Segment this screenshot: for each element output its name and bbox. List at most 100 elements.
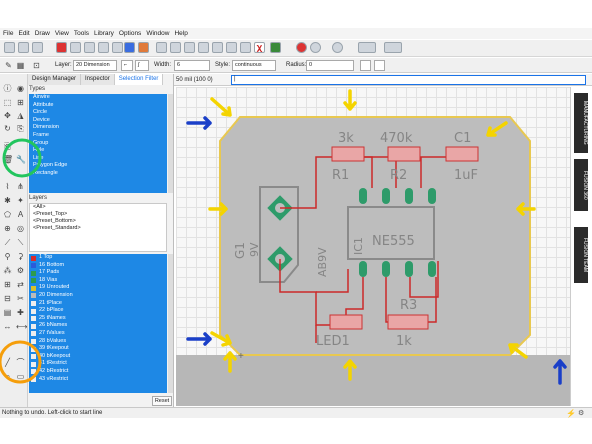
- stop-icon[interactable]: [296, 42, 307, 53]
- type-group[interactable]: Group: [29, 140, 167, 148]
- layer-item[interactable]: 16 Bottom: [29, 262, 167, 270]
- mirror-icon[interactable]: ◮: [16, 111, 25, 120]
- menu-tools[interactable]: Tools: [74, 30, 89, 37]
- menu-options[interactable]: Options: [119, 30, 141, 37]
- menu-help[interactable]: Help: [174, 30, 187, 37]
- brd-icon[interactable]: [138, 42, 149, 53]
- push-icon[interactable]: [384, 42, 402, 53]
- group-icon[interactable]: ⊞: [16, 98, 25, 107]
- ripup-icon[interactable]: ✂: [16, 294, 25, 303]
- type-line[interactable]: Line: [29, 155, 167, 163]
- layer-item[interactable]: 21 tPlace: [29, 300, 167, 308]
- dimension-icon[interactable]: ↔: [3, 322, 12, 331]
- type-attribute[interactable]: Attribute: [29, 102, 167, 110]
- info-icon[interactable]: ⓘ: [3, 84, 12, 93]
- via-icon[interactable]: ⊕: [3, 224, 12, 233]
- type-rectangle[interactable]: Rectangle: [29, 170, 167, 178]
- arc-cw-icon[interactable]: [360, 60, 371, 71]
- design-check-icon[interactable]: [358, 42, 376, 53]
- library-icon[interactable]: [70, 42, 81, 53]
- cam-icon[interactable]: [56, 42, 67, 53]
- layer-item[interactable]: 27 tValues: [29, 330, 167, 338]
- autoroute-icon[interactable]: ✦: [16, 196, 25, 205]
- delete-icon[interactable]: 🗑: [3, 155, 13, 164]
- grid-icon[interactable]: ▦: [16, 61, 25, 70]
- layer-item[interactable]: 20 Dimension: [29, 292, 167, 300]
- ratsnest-icon[interactable]: ✱: [3, 196, 12, 205]
- layer-item[interactable]: 41 tRestrict: [29, 360, 167, 368]
- split-icon[interactable]: ⋔: [16, 182, 25, 191]
- value-icon[interactable]: ⚳: [16, 252, 25, 261]
- layers-scrollbar[interactable]: [168, 254, 173, 393]
- arc-tool-icon[interactable]: ⌒: [16, 358, 25, 367]
- cancel-icon[interactable]: 𝛘: [254, 42, 265, 53]
- zoom-select-icon[interactable]: [198, 42, 209, 53]
- board-canvas[interactable]: 3k 470k C1 R1 R2 1uF NE555 IC1 G1 9V AB9…: [176, 87, 570, 406]
- wrench-icon[interactable]: 🔧: [16, 155, 26, 164]
- mark-icon[interactable]: ✚: [16, 308, 25, 317]
- type-frame[interactable]: Frame: [29, 132, 167, 140]
- copy-icon[interactable]: ⎘: [16, 124, 25, 133]
- rect-tool-icon[interactable]: ▭: [16, 372, 25, 381]
- tab-design-manager[interactable]: Design Manager: [28, 74, 82, 85]
- select-icon[interactable]: ⬚: [3, 98, 12, 107]
- layer-select[interactable]: 20 Dimension: [73, 60, 117, 71]
- eye-icon[interactable]: ◉: [16, 84, 25, 93]
- type-dimension[interactable]: Dimension: [29, 124, 167, 132]
- help-icon[interactable]: [332, 42, 343, 53]
- change-icon[interactable]: ⚙: [16, 266, 25, 275]
- tab-inspector[interactable]: Inspector: [81, 74, 115, 85]
- zoom-in-icon[interactable]: [170, 42, 181, 53]
- menu-file[interactable]: File: [3, 30, 13, 37]
- preset-all[interactable]: <All>: [30, 204, 166, 211]
- layer-item[interactable]: 25 tNames: [29, 315, 167, 323]
- layer-item[interactable]: 40 bKeepout: [29, 353, 167, 361]
- type-polygon-edge[interactable]: Polygon Edge: [29, 162, 167, 170]
- fusion-team-button[interactable]: FUSION TEAM: [574, 227, 588, 283]
- go-icon[interactable]: [270, 42, 281, 53]
- menu-window[interactable]: Window: [146, 30, 169, 37]
- style-select[interactable]: continuous: [232, 60, 276, 71]
- type-hole[interactable]: Hole: [29, 147, 167, 155]
- measure-icon[interactable]: ⟷: [16, 322, 27, 331]
- pencil-icon[interactable]: ✎: [4, 61, 13, 70]
- layer-item[interactable]: 18 Vias: [29, 277, 167, 285]
- types-scrollbar[interactable]: [168, 94, 173, 193]
- layer-item[interactable]: 22 bPlace: [29, 307, 167, 315]
- tab-selection-filter[interactable]: Selection Filter: [114, 74, 164, 85]
- circle-tool-icon[interactable]: ○: [3, 372, 12, 381]
- menu-view[interactable]: View: [55, 30, 69, 37]
- arc-ccw-icon[interactable]: [374, 60, 385, 71]
- layer-item[interactable]: 1 Top: [29, 254, 167, 262]
- undo-icon[interactable]: [226, 42, 237, 53]
- name-icon[interactable]: ⚲: [3, 252, 12, 261]
- line-tool-icon[interactable]: ╱: [3, 358, 12, 367]
- smash-icon[interactable]: ⁂: [3, 266, 12, 275]
- command-input[interactable]: |: [231, 75, 586, 85]
- type-device[interactable]: Device: [29, 117, 167, 125]
- line-style-icon[interactable]: ⌐: [121, 60, 133, 71]
- width-select[interactable]: 6: [174, 60, 210, 71]
- replace-icon[interactable]: ⇄: [16, 280, 25, 289]
- menu-draw[interactable]: Draw: [35, 30, 50, 37]
- add-icon[interactable]: ⊞: [3, 280, 12, 289]
- layer-item[interactable]: 26 bNames: [29, 322, 167, 330]
- lock-icon[interactable]: ⊟: [3, 294, 12, 303]
- layer-item[interactable]: 28 bValues: [29, 338, 167, 346]
- layer-item[interactable]: 19 Unrouted: [29, 284, 167, 292]
- radius-input[interactable]: 0: [306, 60, 354, 71]
- settings-icon[interactable]: ⚙: [578, 409, 584, 417]
- menu-edit[interactable]: Edit: [18, 30, 29, 37]
- optimize-icon[interactable]: ⟍: [16, 238, 25, 247]
- menu-library[interactable]: Library: [94, 30, 114, 37]
- script-icon[interactable]: [84, 42, 95, 53]
- design-icon[interactable]: [112, 42, 123, 53]
- paste-icon[interactable]: ⎗: [3, 142, 12, 151]
- text-icon[interactable]: A: [16, 210, 25, 219]
- layer-item[interactable]: 42 bRestrict: [29, 368, 167, 376]
- sch-icon[interactable]: [124, 42, 135, 53]
- preset-top[interactable]: <Preset_Top>: [30, 211, 166, 218]
- run-icon[interactable]: [98, 42, 109, 53]
- preset-standard[interactable]: <Preset_Standard>: [30, 225, 166, 232]
- rotate-icon[interactable]: ↻: [3, 124, 12, 133]
